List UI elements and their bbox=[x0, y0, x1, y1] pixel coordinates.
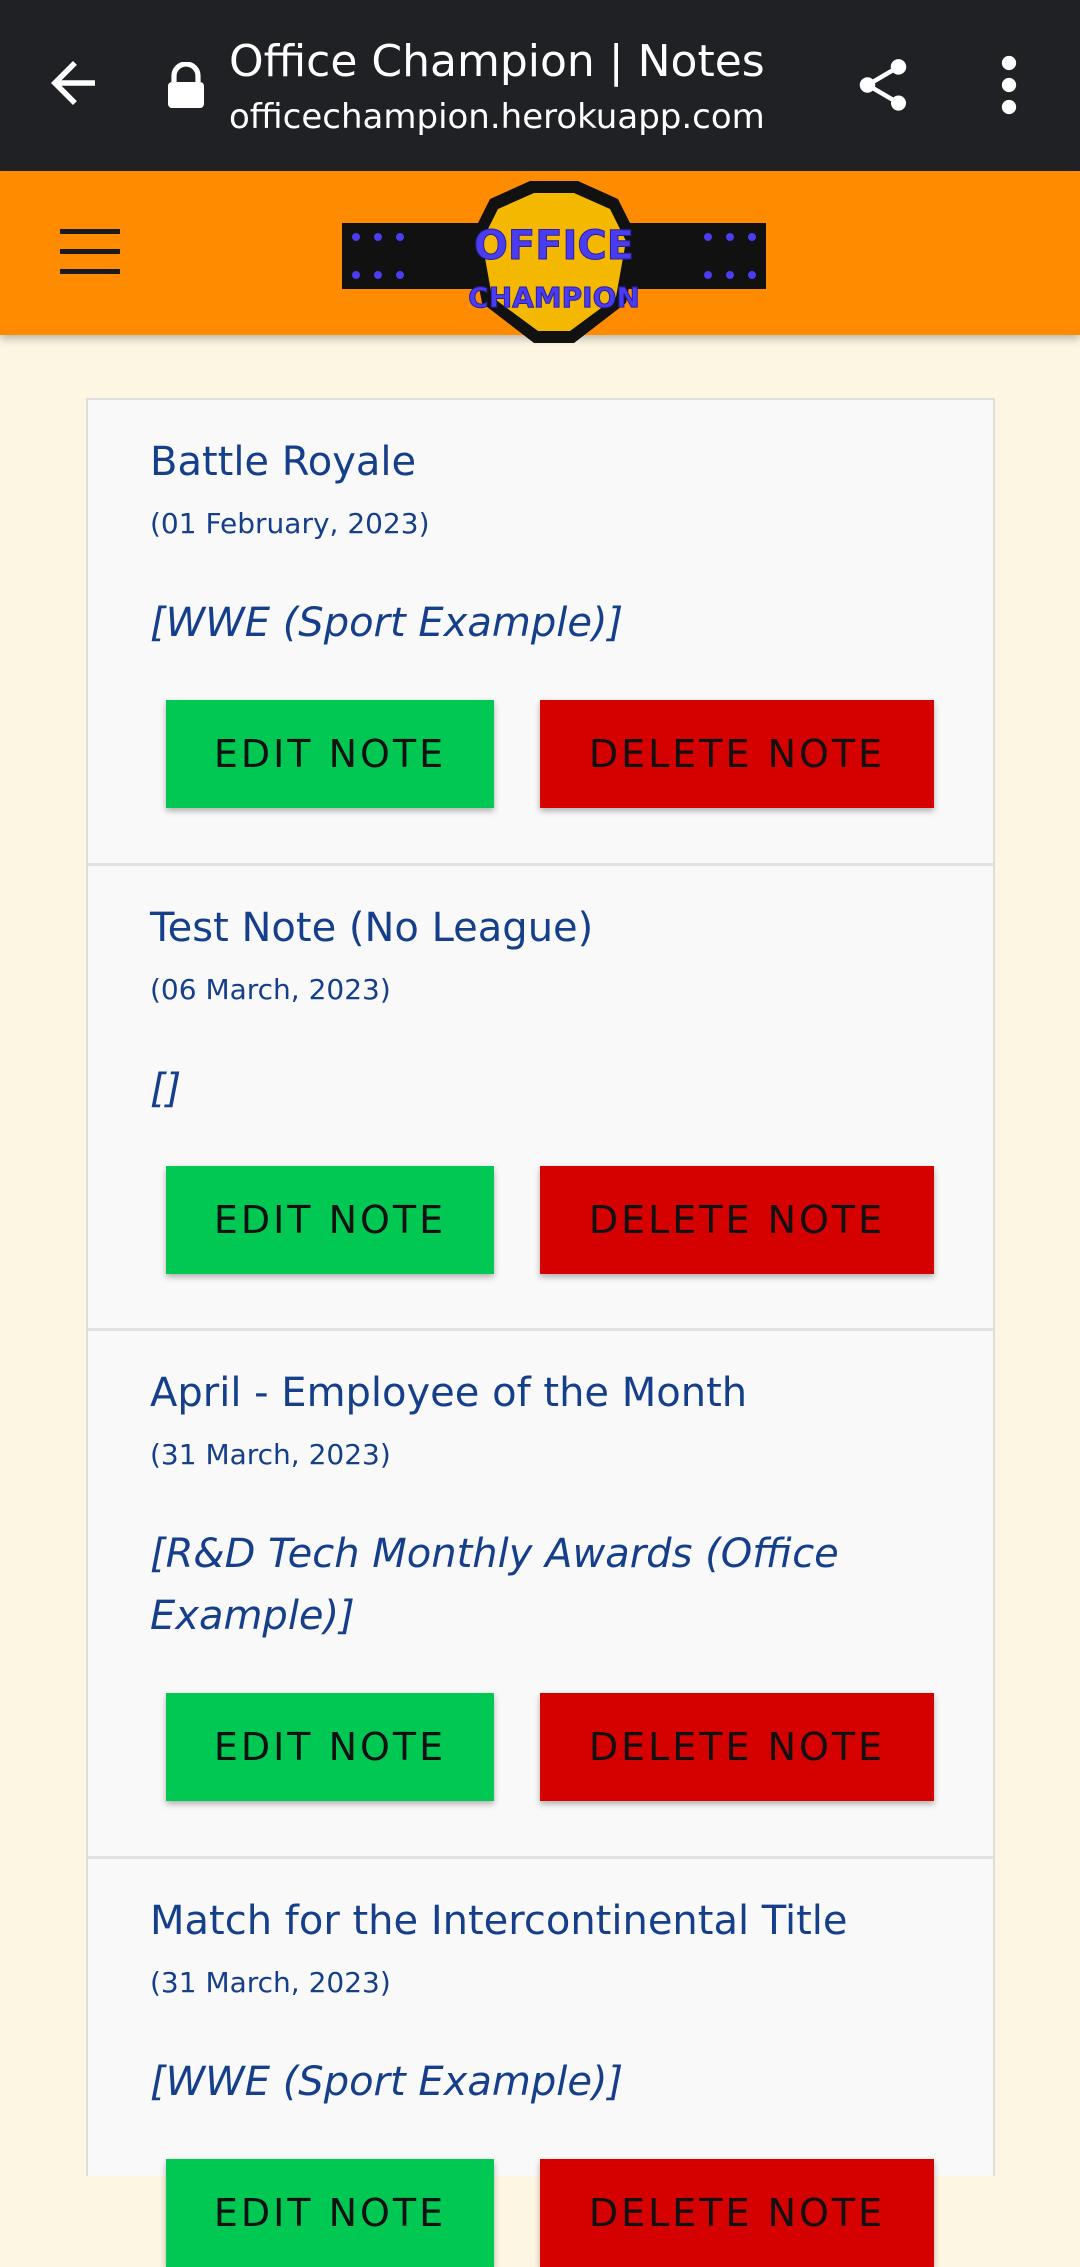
delete-note-button[interactable]: DELETE NOTE bbox=[540, 1166, 934, 1274]
note-title: Match for the Intercontinental Title bbox=[150, 1898, 848, 1944]
browser-toolbar: Office Champion | Notes officechampion.h… bbox=[0, 0, 1080, 171]
note-card: Battle Royale (01 February, 2023) [WWE (… bbox=[88, 400, 993, 866]
lock-icon bbox=[168, 62, 204, 108]
svg-text:OFFICE: OFFICE bbox=[474, 223, 634, 269]
note-card: Match for the Intercontinental Title (31… bbox=[88, 1859, 993, 2267]
note-title: April - Employee of the Month bbox=[150, 1370, 748, 1416]
app-header: OFFICE CHAMPION bbox=[0, 171, 1080, 343]
hamburger-menu-icon[interactable] bbox=[60, 229, 120, 275]
notes-list: Battle Royale (01 February, 2023) [WWE (… bbox=[86, 398, 995, 2267]
office-champion-logo[interactable]: OFFICE CHAMPION bbox=[338, 179, 770, 351]
note-date: (06 March, 2023) bbox=[150, 973, 391, 1006]
page-url[interactable]: officechampion.herokuapp.com bbox=[229, 94, 765, 140]
delete-note-button[interactable]: DELETE NOTE bbox=[540, 1693, 934, 1801]
more-vert-icon[interactable] bbox=[994, 52, 1024, 118]
delete-note-button[interactable]: DELETE NOTE bbox=[540, 2159, 934, 2267]
note-league: [WWE (Sport Example)] bbox=[150, 600, 624, 646]
note-league: [] bbox=[150, 1066, 182, 1112]
note-league: [R&D Tech Monthly Awards (Office Example… bbox=[150, 1531, 839, 1639]
edit-note-button[interactable]: EDIT NOTE bbox=[166, 1166, 494, 1274]
note-actions: EDIT NOTE DELETE NOTE bbox=[150, 1166, 993, 1274]
note-actions: EDIT NOTE DELETE NOTE bbox=[150, 2159, 993, 2267]
note-date: (01 February, 2023) bbox=[150, 507, 430, 540]
share-icon[interactable] bbox=[852, 52, 914, 118]
note-card: April - Employee of the Month (31 March,… bbox=[88, 1331, 993, 1859]
note-actions: EDIT NOTE DELETE NOTE bbox=[150, 700, 993, 808]
arrow-back-icon[interactable] bbox=[40, 50, 106, 116]
note-title: Test Note (No League) bbox=[150, 905, 594, 951]
edit-note-button[interactable]: EDIT NOTE bbox=[166, 1693, 494, 1801]
note-title: Battle Royale bbox=[150, 439, 417, 485]
note-actions: EDIT NOTE DELETE NOTE bbox=[150, 1693, 993, 1801]
note-date: (31 March, 2023) bbox=[150, 1438, 391, 1471]
note-league: [WWE (Sport Example)] bbox=[150, 2059, 624, 2105]
svg-text:CHAMPION: CHAMPION bbox=[468, 281, 640, 314]
delete-note-button[interactable]: DELETE NOTE bbox=[540, 700, 934, 808]
note-card: Test Note (No League) (06 March, 2023) [… bbox=[88, 866, 993, 1331]
edit-note-button[interactable]: EDIT NOTE bbox=[166, 2159, 494, 2267]
page-title: Office Champion | Notes bbox=[229, 36, 765, 87]
note-date: (31 March, 2023) bbox=[150, 1966, 391, 1999]
edit-note-button[interactable]: EDIT NOTE bbox=[166, 700, 494, 808]
